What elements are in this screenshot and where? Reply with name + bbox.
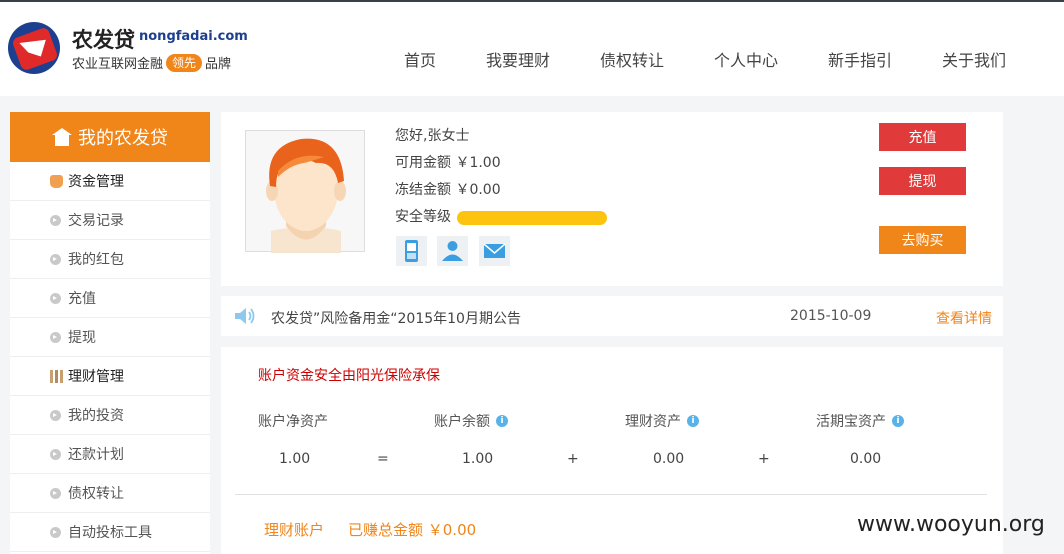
info-icon[interactable]: i <box>892 415 904 427</box>
bar-chart-icon <box>50 369 63 383</box>
net-assets-label: 账户净资产 <box>258 411 328 431</box>
current-assets-value: 0.00 <box>850 451 882 467</box>
sidebar-item-label: 提现 <box>68 330 96 346</box>
finance-assets-label: 理财资产 i <box>625 411 699 431</box>
avatar-face-icon <box>266 138 346 253</box>
balance-label: 账户余额 i <box>434 411 508 431</box>
brand-logo-icon[interactable] <box>8 22 60 74</box>
divider <box>235 494 987 495</box>
finance-assets-label-text: 理财资产 <box>625 414 681 430</box>
sidebar-item-recharge[interactable]: 充值 <box>10 279 210 318</box>
avatar[interactable] <box>245 130 365 253</box>
security-level-bar <box>457 211 607 225</box>
info-icon[interactable]: i <box>496 415 508 427</box>
email-verify-icon[interactable] <box>479 236 510 266</box>
arrow-circle-icon <box>50 214 61 226</box>
nav-about-us[interactable]: 关于我们 <box>942 47 1006 71</box>
available-balance: 可用金额 ￥1.00 <box>395 155 501 171</box>
nav-personal-center[interactable]: 个人中心 <box>714 47 778 71</box>
recharge-button[interactable]: 充值 <box>879 123 966 151</box>
watermark: www.wooyun.org <box>857 512 1045 537</box>
sidebar: 我的农发贷 资金管理 交易记录 我的红包 充值 提现 理财管理 我的投资 还款计… <box>10 112 210 554</box>
sidebar-item-label: 债权转让 <box>68 486 124 502</box>
finance-assets-value: 0.00 <box>653 451 685 467</box>
brand-domain: nongfadai.com <box>139 29 248 44</box>
withdraw-button[interactable]: 提现 <box>879 167 966 195</box>
balance-value: 1.00 <box>462 451 494 467</box>
sidebar-group-funds[interactable]: 资金管理 <box>10 162 210 201</box>
money-bag-icon <box>50 174 63 188</box>
sidebar-item-red-packets[interactable]: 我的红包 <box>10 240 210 279</box>
sidebar-item-label: 自动投标工具 <box>68 525 152 541</box>
security-level-label: 安全等级 <box>395 209 451 225</box>
slogan-badge: 领先 <box>166 53 203 72</box>
finance-account-label[interactable]: 理财账户 <box>264 519 324 540</box>
arrow-circle-icon <box>50 487 61 499</box>
current-assets-label: 活期宝资产 i <box>816 411 904 431</box>
sidebar-item-my-investments[interactable]: 我的投资 <box>10 396 210 435</box>
notice-detail-link[interactable]: 查看详情 <box>936 308 992 328</box>
speaker-icon <box>235 308 255 324</box>
arrow-circle-icon <box>50 292 61 304</box>
plus-sign: + <box>567 451 579 467</box>
nav-invest[interactable]: 我要理财 <box>486 47 550 71</box>
net-assets-value: 1.00 <box>279 451 311 467</box>
buy-button[interactable]: 去购买 <box>879 226 966 254</box>
plus-sign: + <box>758 451 770 467</box>
notice-bar: 农发贷”风险备用金“2015年10月期公告 2015-10-09 查看详情 <box>221 296 1003 336</box>
notice-date: 2015-10-09 <box>790 308 872 324</box>
slogan-prefix: 农业互联网金融 <box>72 57 164 72</box>
greeting: 您好,张女士 <box>395 128 470 144</box>
home-icon <box>52 128 72 146</box>
arrow-circle-icon <box>50 526 61 538</box>
info-icon[interactable]: i <box>687 415 699 427</box>
total-earned: 已赚总金额 ￥0.00 <box>348 521 477 539</box>
arrow-circle-icon <box>50 448 61 460</box>
notice-text[interactable]: 农发贷”风险备用金“2015年10月期公告 <box>271 308 521 328</box>
sidebar-title[interactable]: 我的农发贷 <box>10 112 210 162</box>
sidebar-item-repayment-plan[interactable]: 还款计划 <box>10 435 210 474</box>
sidebar-item-label: 资金管理 <box>68 174 124 190</box>
net-assets-label-text: 账户净资产 <box>258 414 328 430</box>
nav-beginner-guide[interactable]: 新手指引 <box>828 47 892 71</box>
equals-sign: = <box>377 451 389 467</box>
arrow-circle-icon <box>50 253 61 265</box>
balance-label-text: 账户余额 <box>434 414 490 430</box>
sidebar-group-finance[interactable]: 理财管理 <box>10 357 210 396</box>
sidebar-item-label: 我的投资 <box>68 408 124 424</box>
brand-slogan: 农业互联网金融 领先 品牌 <box>72 53 231 72</box>
arrow-circle-icon <box>50 409 61 421</box>
sidebar-title-label: 我的农发贷 <box>78 128 168 149</box>
sidebar-item-label: 充值 <box>68 291 96 307</box>
sidebar-item-auto-bid[interactable]: 自动投标工具 <box>10 513 210 552</box>
nav-transfer[interactable]: 债权转让 <box>600 47 664 71</box>
header: 农发贷 nongfadai.com 农业互联网金融 领先 品牌 首页 我要理财 … <box>0 2 1064 96</box>
brand-name[interactable]: 农发贷 <box>72 24 135 54</box>
sidebar-item-transactions[interactable]: 交易记录 <box>10 201 210 240</box>
arrow-circle-icon <box>50 331 61 343</box>
sidebar-item-debt-transfer[interactable]: 债权转让 <box>10 474 210 513</box>
frozen-balance: 冻结金额 ￥0.00 <box>395 182 501 198</box>
sidebar-item-label: 理财管理 <box>68 369 124 385</box>
sidebar-item-label: 我的红包 <box>68 252 124 268</box>
sidebar-item-label: 交易记录 <box>68 213 124 229</box>
sidebar-item-withdraw[interactable]: 提现 <box>10 318 210 357</box>
phone-verify-icon[interactable] <box>396 236 427 266</box>
identity-verify-icon[interactable] <box>437 236 468 266</box>
insurance-notice: 账户资金安全由阳光保险承保 <box>258 368 440 384</box>
nav-home[interactable]: 首页 <box>404 47 436 71</box>
sidebar-item-label: 还款计划 <box>68 447 124 463</box>
current-assets-label-text: 活期宝资产 <box>816 414 886 430</box>
slogan-suffix: 品牌 <box>205 57 232 72</box>
